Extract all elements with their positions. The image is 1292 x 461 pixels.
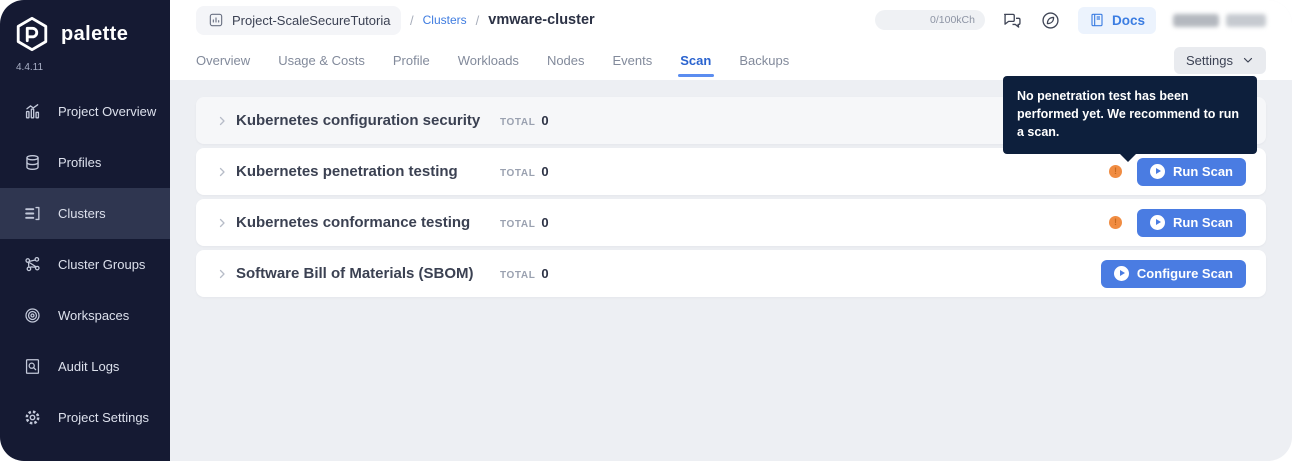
cluster-list-icon	[22, 204, 42, 224]
app-version: 4.4.11	[0, 53, 170, 73]
scan-row-sbom: Software Bill of Materials (SBOM) TOTAL …	[196, 250, 1266, 297]
breadcrumb-separator: /	[410, 13, 414, 28]
run-scan-button[interactable]: Run Scan	[1137, 158, 1246, 186]
scan-row-total: TOTAL 0	[500, 164, 549, 179]
scan-row-conformance-testing: Kubernetes conformance testing TOTAL 0 !…	[196, 199, 1266, 246]
scan-row-penetration-testing: Kubernetes penetration testing TOTAL 0 !…	[196, 148, 1266, 195]
sidebar-item-workspaces[interactable]: Workspaces	[0, 290, 170, 341]
sidebar-nav: Project Overview Profiles	[0, 86, 170, 443]
breadcrumb-bar: Project-ScaleSecureTutoria / Clusters / …	[170, 0, 1292, 40]
warning-icon[interactable]: !	[1109, 216, 1122, 229]
chevron-right-icon[interactable]	[216, 166, 228, 178]
settings-label: Settings	[1186, 53, 1233, 68]
breadcrumb-current-cluster: vmware-cluster	[488, 12, 594, 28]
usage-meter-value: 0/100kCh	[930, 14, 975, 26]
project-selector[interactable]: Project-ScaleSecureTutoria	[196, 6, 401, 35]
compass-icon[interactable]	[1040, 10, 1061, 31]
cluster-tabs: Overview Usage & Costs Profile Workloads…	[196, 40, 789, 80]
sidebar-item-label: Audit Logs	[58, 359, 119, 374]
target-icon	[22, 306, 42, 326]
sidebar-item-label: Cluster Groups	[58, 257, 145, 272]
chat-icon[interactable]	[1002, 10, 1023, 31]
tab-overview[interactable]: Overview	[196, 40, 250, 80]
play-icon	[1114, 266, 1129, 281]
main-area: Project-ScaleSecureTutoria / Clusters / …	[170, 0, 1292, 461]
header-actions: 0/100kCh	[875, 7, 1266, 34]
sidebar-item-label: Workspaces	[58, 308, 129, 323]
redacted-block	[1173, 14, 1219, 27]
configure-scan-label: Configure Scan	[1137, 266, 1233, 281]
tab-backups[interactable]: Backups	[739, 40, 789, 80]
chevron-right-icon[interactable]	[216, 268, 228, 280]
total-label: TOTAL	[500, 219, 535, 230]
total-value: 0	[541, 164, 548, 179]
sidebar-item-label: Project Overview	[58, 104, 156, 119]
play-icon	[1150, 164, 1165, 179]
sidebar-item-audit-logs[interactable]: Audit Logs	[0, 341, 170, 392]
scan-row-total: TOTAL 0	[500, 266, 549, 281]
sidebar-item-project-settings[interactable]: Project Settings	[0, 392, 170, 443]
scan-row-title: Kubernetes configuration security	[236, 112, 500, 129]
docs-label: Docs	[1112, 13, 1145, 28]
sidebar-item-cluster-groups[interactable]: Cluster Groups	[0, 239, 170, 290]
mini-chart-icon	[208, 12, 224, 28]
bar-chart-icon	[22, 102, 42, 122]
tab-profile[interactable]: Profile	[393, 40, 430, 80]
total-label: TOTAL	[500, 117, 535, 128]
sidebar-item-label: Clusters	[58, 206, 106, 221]
layers-icon	[22, 153, 42, 173]
tab-workloads[interactable]: Workloads	[458, 40, 519, 80]
tab-usage-costs[interactable]: Usage & Costs	[278, 40, 365, 80]
doc-search-icon	[22, 357, 42, 377]
docs-button[interactable]: Docs	[1078, 7, 1156, 34]
total-value: 0	[541, 215, 548, 230]
tooltip-text: No penetration test has been performed y…	[1017, 89, 1239, 139]
chevron-right-icon[interactable]	[216, 115, 228, 127]
sidebar-item-profiles[interactable]: Profiles	[0, 137, 170, 188]
scan-row-title: Software Bill of Materials (SBOM)	[236, 265, 500, 282]
palette-logo-icon	[13, 15, 51, 53]
penetration-test-tooltip: No penetration test has been performed y…	[1003, 76, 1257, 154]
project-name: Project-ScaleSecureTutoria	[232, 13, 390, 28]
brand: palette	[0, 0, 170, 53]
run-scan-label: Run Scan	[1173, 164, 1233, 179]
total-label: TOTAL	[500, 168, 535, 179]
sidebar-item-clusters[interactable]: Clusters	[0, 188, 170, 239]
sidebar-item-label: Project Settings	[58, 410, 149, 425]
topbar: Project-ScaleSecureTutoria / Clusters / …	[170, 0, 1292, 80]
usage-meter: 0/100kCh	[875, 10, 985, 30]
total-value: 0	[541, 266, 548, 281]
scan-row-title: Kubernetes penetration testing	[236, 163, 500, 180]
redacted-user-info	[1173, 14, 1266, 27]
scan-row-total: TOTAL 0	[500, 113, 549, 128]
app-window: palette 4.4.11 Project Overview	[0, 0, 1292, 461]
run-scan-button[interactable]: Run Scan	[1137, 209, 1246, 237]
tab-nodes[interactable]: Nodes	[547, 40, 585, 80]
scan-row-total: TOTAL 0	[500, 215, 549, 230]
total-value: 0	[541, 113, 548, 128]
configure-scan-button[interactable]: Configure Scan	[1101, 260, 1246, 288]
breadcrumb-clusters-link[interactable]: Clusters	[423, 13, 467, 27]
network-icon	[22, 255, 42, 275]
sidebar-item-project-overview[interactable]: Project Overview	[0, 86, 170, 137]
total-label: TOTAL	[500, 270, 535, 281]
tab-scan[interactable]: Scan	[680, 40, 711, 80]
run-scan-label: Run Scan	[1173, 215, 1233, 230]
warning-icon[interactable]: !	[1109, 165, 1122, 178]
scan-row-title: Kubernetes conformance testing	[236, 214, 500, 231]
breadcrumb-separator: /	[476, 13, 480, 28]
book-icon	[1089, 12, 1105, 28]
sidebar: palette 4.4.11 Project Overview	[0, 0, 170, 461]
chevron-down-icon	[1242, 54, 1254, 66]
tab-bar: Overview Usage & Costs Profile Workloads…	[170, 40, 1292, 80]
sidebar-item-label: Profiles	[58, 155, 101, 170]
chevron-right-icon[interactable]	[216, 217, 228, 229]
tab-events[interactable]: Events	[613, 40, 653, 80]
settings-button[interactable]: Settings	[1174, 47, 1266, 74]
play-icon	[1150, 215, 1165, 230]
gear-icon	[22, 408, 42, 428]
redacted-block	[1226, 14, 1266, 27]
brand-name: palette	[61, 23, 128, 46]
